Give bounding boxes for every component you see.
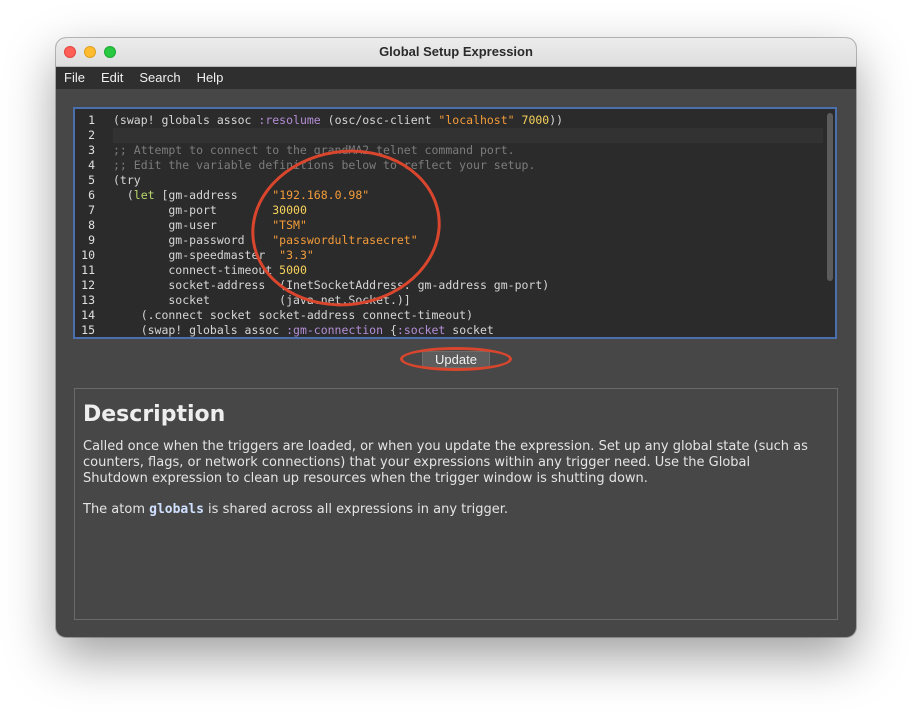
description-text: The atom (83, 502, 150, 517)
code-token: gm-user (113, 218, 273, 232)
line-number: 4 (88, 158, 95, 172)
code-line[interactable]: (let [gm-address "192.168.0.98" (113, 188, 823, 203)
code-token-str: "TSM" (272, 218, 307, 232)
menu-help[interactable]: Help (189, 67, 232, 89)
code-token-key: :socket (396, 323, 446, 337)
line-number: 11 (81, 263, 95, 277)
code-line[interactable]: gm-password "passwordultrasecret" (113, 233, 823, 248)
code-token-num: 30000 (272, 203, 307, 217)
code-line[interactable]: connect-timeout 5000 (113, 263, 823, 278)
code-line[interactable]: ;; Attempt to connect to the grandMA2 te… (113, 143, 823, 158)
menu-search[interactable]: Search (131, 67, 188, 89)
line-number: 3 (88, 143, 95, 157)
line-number: 7 (88, 203, 95, 217)
code-token: (swap! globals assoc (113, 323, 287, 337)
description-heading: Description (83, 402, 226, 427)
code-token-let: let (133, 188, 155, 202)
menu-bar: File Edit Search Help (56, 67, 856, 89)
code-token-num: 5000 (279, 263, 307, 277)
code-token: connect-timeout (113, 263, 280, 277)
code-area[interactable]: (swap! globals assoc :resolume (osc/osc-… (113, 113, 823, 337)
line-number-gutter: 1 2 3 4 5 6 7 8 9 10 11 12 13 14 15 (75, 113, 105, 337)
code-token-cmt: ;; Attempt to connect to the grandMA2 te… (113, 143, 515, 157)
code-line[interactable]: socket (java.net.Socket.)] (113, 293, 823, 308)
code-line[interactable]: (.connect socket socket-address connect-… (113, 308, 823, 323)
code-token: (try (113, 173, 141, 187)
code-token: (swap! globals assoc (113, 113, 259, 127)
code-line[interactable]: (swap! globals assoc :resolume (osc/osc-… (113, 113, 823, 128)
line-number: 9 (88, 233, 95, 247)
code-line[interactable]: ;; Edit the variable definitions below t… (113, 158, 823, 173)
menu-edit[interactable]: Edit (93, 67, 131, 89)
code-token: (.connect socket socket-address connect-… (113, 308, 474, 322)
window-title: Global Setup Expression (379, 44, 533, 59)
code-token: ( (113, 188, 134, 202)
code-line[interactable]: gm-user "TSM" (113, 218, 823, 233)
description-text: is shared across all expressions in any … (203, 502, 508, 517)
line-number: 15 (81, 323, 95, 337)
line-number: 12 (81, 278, 95, 292)
code-token-cmt: ;; Edit the variable definitions below t… (113, 158, 536, 172)
line-number: 5 (88, 173, 95, 187)
code-line[interactable]: socket-address (InetSocketAddress. gm-ad… (113, 278, 823, 293)
code-token: (osc/osc-client (320, 113, 439, 127)
code-token-str: "192.168.0.98" (272, 188, 370, 202)
code-line[interactable]: (try (113, 173, 823, 188)
code-editor[interactable]: 1 2 3 4 5 6 7 8 9 10 11 12 13 14 15 (swap! globals ass… (73, 107, 837, 339)
line-number: 6 (88, 188, 95, 202)
globals-code: globals (149, 502, 204, 517)
code-token-key: :resolume (258, 113, 321, 127)
code-line[interactable]: (swap! globals assoc :gm-connection {:so… (113, 323, 823, 337)
code-token-key: :gm-connection (286, 323, 384, 337)
description-paragraph: Called once when the triggers are loaded… (83, 439, 808, 486)
title-bar[interactable]: Global Setup Expression (56, 38, 856, 67)
description-paragraph-globals: The atom globals is shared across all ex… (83, 502, 813, 518)
menu-file[interactable]: File (56, 67, 93, 89)
line-number: 2 (88, 128, 95, 142)
line-number: 13 (81, 293, 95, 307)
editor-scrollbar[interactable] (827, 113, 833, 281)
code-token-str: "passwordultrasecret" (272, 233, 418, 247)
line-number: 8 (88, 218, 95, 232)
update-button[interactable]: Update (422, 351, 490, 368)
code-token-str: "localhost" (438, 113, 515, 127)
code-token: gm-speedmaster (113, 248, 280, 262)
code-token-str: "3.3" (279, 248, 314, 262)
code-token: socket (java.net.Socket.)] (113, 293, 411, 307)
code-token-num: 7000 (521, 113, 550, 127)
code-token: [gm-address (154, 188, 273, 202)
code-token: socket (445, 323, 494, 337)
code-line[interactable] (113, 128, 823, 143)
code-line[interactable]: gm-port 30000 (113, 203, 823, 218)
description-panel: Description Called once when the trigger… (74, 388, 838, 620)
line-number: 14 (81, 308, 95, 322)
code-token: gm-password (113, 233, 273, 247)
code-token: gm-port (113, 203, 273, 217)
code-line[interactable]: gm-speedmaster "3.3" (113, 248, 823, 263)
code-token: { (383, 323, 397, 337)
code-token: socket-address (InetSocketAddress. gm-ad… (113, 278, 550, 292)
line-number: 1 (88, 113, 95, 127)
line-number: 10 (81, 248, 95, 262)
app-window: Global Setup Expression File Edit Search… (56, 38, 856, 637)
code-token: )) (549, 113, 564, 127)
